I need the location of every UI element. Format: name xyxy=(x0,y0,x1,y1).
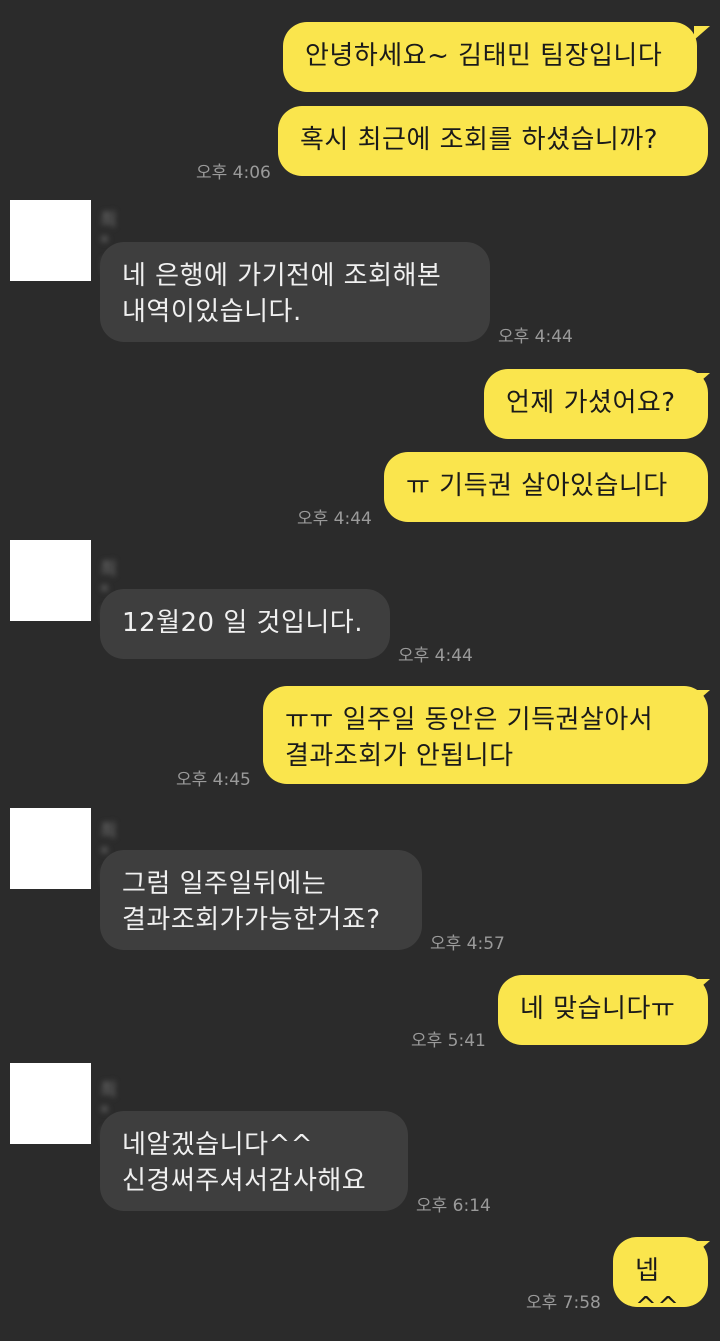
avatar[interactable] xyxy=(10,200,91,281)
message-bubble[interactable]: 안녕하세요~ 김태민 팀장입니다 xyxy=(283,22,697,92)
message-bubble[interactable]: ㅠ 기득권 살아있습니다 xyxy=(384,452,708,522)
avatar[interactable] xyxy=(10,540,91,621)
message-time: 오후 4:06 xyxy=(196,163,271,183)
message-time: 오후 4:45 xyxy=(176,770,251,790)
message-bubble[interactable]: ㅠㅠ 일주일 동안은 기득권살아서 결과조회가 안됩니다 xyxy=(263,686,708,784)
bubble-tail xyxy=(694,979,710,993)
message-time: 오후 4:44 xyxy=(498,327,573,347)
message-time: 오후 5:41 xyxy=(411,1031,486,1051)
message-bubble[interactable]: 12월20 일 것입니다. xyxy=(100,589,390,659)
message-bubble[interactable]: 그럼 일주일뒤에는 결과조회가가능한거죠? xyxy=(100,850,422,950)
avatar[interactable] xyxy=(10,1063,91,1144)
avatar[interactable] xyxy=(10,808,91,889)
message-time: 오후 4:44 xyxy=(398,646,473,666)
bubble-tail xyxy=(694,1241,710,1255)
message-time: 오후 7:58 xyxy=(526,1293,601,1313)
bubble-tail xyxy=(694,690,710,704)
message-time: 오후 4:44 xyxy=(297,509,372,529)
message-bubble[interactable]: 언제 가셨어요? xyxy=(484,369,708,439)
message-time: 오후 6:14 xyxy=(416,1196,491,1216)
message-bubble[interactable]: 네 맞습니다ㅠ xyxy=(498,975,708,1045)
message-bubble[interactable]: 네 은행에 가기전에 조회해본 내역이있습니다. xyxy=(100,242,490,342)
bubble-tail xyxy=(694,26,710,40)
message-time: 오후 4:57 xyxy=(430,934,505,954)
bubble-tail xyxy=(694,373,710,387)
message-bubble[interactable]: 혹시 최근에 조회를 하셨습니까? xyxy=(278,106,708,176)
message-bubble[interactable]: 네알겠습니다^^ 신경써주셔서감사해요 xyxy=(100,1111,408,1211)
